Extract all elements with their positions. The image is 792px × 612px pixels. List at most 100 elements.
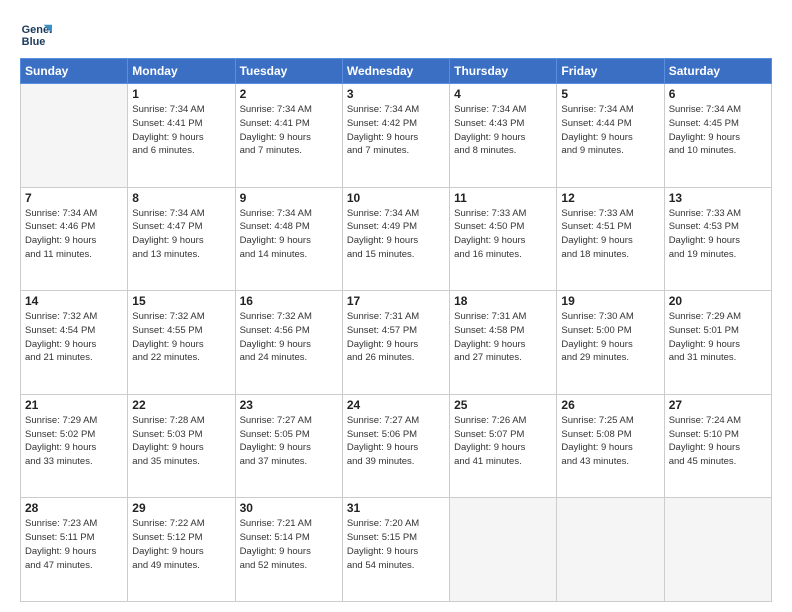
day-number: 13 bbox=[669, 191, 767, 205]
svg-text:Blue: Blue bbox=[22, 36, 46, 48]
calendar-cell: 6 Sunrise: 7:34 AMSunset: 4:45 PMDaylight… bbox=[664, 84, 771, 188]
calendar-week-2: 7 Sunrise: 7:34 AMSunset: 4:46 PMDaylight… bbox=[21, 187, 772, 291]
day-info: Sunrise: 7:33 AMSunset: 4:53 PMDaylight:… bbox=[669, 207, 767, 262]
calendar-cell: 3Sunrise: 7:34 AMSunset: 4:42 PMDaylight… bbox=[342, 84, 449, 188]
logo-icon: General Blue bbox=[20, 18, 52, 50]
day-info: Sunrise: 7:24 AMSunset: 5:10 PMDaylight:… bbox=[669, 414, 767, 469]
day-info: Sunrise: 7:20 AMSunset: 5:15 PMDaylight:… bbox=[347, 517, 445, 572]
header: General Blue bbox=[20, 18, 772, 50]
calendar-cell: 7 Sunrise: 7:34 AMSunset: 4:46 PMDaylight… bbox=[21, 187, 128, 291]
day-info: Sunrise: 7:33 AMSunset: 4:51 PMDaylight:… bbox=[561, 207, 659, 262]
day-info: Sunrise: 7:33 AMSunset: 4:50 PMDaylight:… bbox=[454, 207, 552, 262]
day-info: Sunrise: 7:31 AMSunset: 4:58 PMDaylight:… bbox=[454, 310, 552, 365]
day-info: Sunrise: 7:34 AMSunset: 4:47 PMDaylight:… bbox=[132, 207, 230, 262]
day-number: 27 bbox=[669, 398, 767, 412]
calendar-header-row: SundayMondayTuesdayWednesdayThursdayFrid… bbox=[21, 59, 772, 84]
calendar-cell: 15 Sunrise: 7:32 AMSunset: 4:55 PMDayligh… bbox=[128, 291, 235, 395]
calendar-cell: 28 Sunrise: 7:23 AMSunset: 5:11 PMDayligh… bbox=[21, 498, 128, 602]
calendar-week-4: 21 Sunrise: 7:29 AMSunset: 5:02 PMDayligh… bbox=[21, 394, 772, 498]
day-info: Sunrise: 7:27 AMSunset: 5:06 PMDaylight:… bbox=[347, 414, 445, 469]
calendar-cell: 29 Sunrise: 7:22 AMSunset: 5:12 PMDayligh… bbox=[128, 498, 235, 602]
calendar-cell: 8 Sunrise: 7:34 AMSunset: 4:47 PMDaylight… bbox=[128, 187, 235, 291]
day-number: 10 bbox=[347, 191, 445, 205]
day-number: 15 bbox=[132, 294, 230, 308]
day-info: Sunrise: 7:34 AMSunset: 4:44 PMDaylight:… bbox=[561, 103, 659, 158]
day-number: 19 bbox=[561, 294, 659, 308]
calendar-cell: 21 Sunrise: 7:29 AMSunset: 5:02 PMDayligh… bbox=[21, 394, 128, 498]
day-info: Sunrise: 7:26 AMSunset: 5:07 PMDaylight:… bbox=[454, 414, 552, 469]
day-info: Sunrise: 7:34 AMSunset: 4:45 PMDaylight:… bbox=[669, 103, 767, 158]
logo: General Blue bbox=[20, 18, 56, 50]
day-info: Sunrise: 7:34 AMSunset: 4:49 PMDaylight:… bbox=[347, 207, 445, 262]
calendar-cell: 1 Sunrise: 7:34 AMSunset: 4:41 PMDaylight… bbox=[128, 84, 235, 188]
day-info: Sunrise: 7:32 AMSunset: 4:55 PMDaylight:… bbox=[132, 310, 230, 365]
day-number: 9 bbox=[240, 191, 338, 205]
day-number: 17 bbox=[347, 294, 445, 308]
calendar-cell: 14Sunrise: 7:32 AMSunset: 4:54 PMDayligh… bbox=[21, 291, 128, 395]
calendar-cell bbox=[21, 84, 128, 188]
calendar-cell: 23Sunrise: 7:27 AMSunset: 5:05 PMDayligh… bbox=[235, 394, 342, 498]
day-info: Sunrise: 7:22 AMSunset: 5:12 PMDaylight:… bbox=[132, 517, 230, 572]
calendar-cell bbox=[664, 498, 771, 602]
day-info: Sunrise: 7:29 AMSunset: 5:01 PMDaylight:… bbox=[669, 310, 767, 365]
calendar-cell: 22 Sunrise: 7:28 AMSunset: 5:03 PMDayligh… bbox=[128, 394, 235, 498]
day-number: 5 bbox=[561, 87, 659, 101]
day-info: Sunrise: 7:28 AMSunset: 5:03 PMDaylight:… bbox=[132, 414, 230, 469]
calendar-cell: 30 Sunrise: 7:21 AMSunset: 5:14 PMDayligh… bbox=[235, 498, 342, 602]
day-header-saturday: Saturday bbox=[664, 59, 771, 84]
day-number: 21 bbox=[25, 398, 123, 412]
day-number: 11 bbox=[454, 191, 552, 205]
day-number: 2 bbox=[240, 87, 338, 101]
day-number: 28 bbox=[25, 501, 123, 515]
calendar-cell: 18 Sunrise: 7:31 AMSunset: 4:58 PMDayligh… bbox=[450, 291, 557, 395]
day-number: 8 bbox=[132, 191, 230, 205]
day-header-tuesday: Tuesday bbox=[235, 59, 342, 84]
calendar-cell: 4 Sunrise: 7:34 AMSunset: 4:43 PMDaylight… bbox=[450, 84, 557, 188]
day-info: Sunrise: 7:32 AMSunset: 4:54 PMDaylight:… bbox=[25, 310, 123, 365]
calendar-week-1: 1 Sunrise: 7:34 AMSunset: 4:41 PMDaylight… bbox=[21, 84, 772, 188]
calendar-week-3: 14Sunrise: 7:32 AMSunset: 4:54 PMDayligh… bbox=[21, 291, 772, 395]
calendar-cell: 16Sunrise: 7:32 AMSunset: 4:56 PMDayligh… bbox=[235, 291, 342, 395]
day-number: 16 bbox=[240, 294, 338, 308]
day-info: Sunrise: 7:23 AMSunset: 5:11 PMDaylight:… bbox=[25, 517, 123, 572]
day-number: 6 bbox=[669, 87, 767, 101]
calendar-cell: 5 Sunrise: 7:34 AMSunset: 4:44 PMDaylight… bbox=[557, 84, 664, 188]
calendar-cell: 27 Sunrise: 7:24 AMSunset: 5:10 PMDayligh… bbox=[664, 394, 771, 498]
day-header-friday: Friday bbox=[557, 59, 664, 84]
calendar-table: SundayMondayTuesdayWednesdayThursdayFrid… bbox=[20, 58, 772, 602]
calendar-cell: 24 Sunrise: 7:27 AMSunset: 5:06 PMDayligh… bbox=[342, 394, 449, 498]
day-number: 22 bbox=[132, 398, 230, 412]
calendar-cell: 31 Sunrise: 7:20 AMSunset: 5:15 PMDayligh… bbox=[342, 498, 449, 602]
day-number: 26 bbox=[561, 398, 659, 412]
day-number: 30 bbox=[240, 501, 338, 515]
day-header-wednesday: Wednesday bbox=[342, 59, 449, 84]
day-number: 18 bbox=[454, 294, 552, 308]
page: General Blue SundayMondayTuesdayWednesda… bbox=[0, 0, 792, 612]
day-number: 29 bbox=[132, 501, 230, 515]
day-number: 7 bbox=[25, 191, 123, 205]
day-info: Sunrise: 7:34 AMSunset: 4:41 PMDaylight:… bbox=[132, 103, 230, 158]
day-number: 24 bbox=[347, 398, 445, 412]
day-info: Sunrise: 7:34 AMSunset: 4:46 PMDaylight:… bbox=[25, 207, 123, 262]
calendar-week-5: 28 Sunrise: 7:23 AMSunset: 5:11 PMDayligh… bbox=[21, 498, 772, 602]
calendar-cell: 25Sunrise: 7:26 AMSunset: 5:07 PMDayligh… bbox=[450, 394, 557, 498]
day-info: Sunrise: 7:31 AMSunset: 4:57 PMDaylight:… bbox=[347, 310, 445, 365]
day-number: 31 bbox=[347, 501, 445, 515]
calendar-cell: 2Sunrise: 7:34 AMSunset: 4:41 PMDaylight… bbox=[235, 84, 342, 188]
calendar-cell bbox=[557, 498, 664, 602]
day-header-monday: Monday bbox=[128, 59, 235, 84]
day-info: Sunrise: 7:34 AMSunset: 4:43 PMDaylight:… bbox=[454, 103, 552, 158]
calendar-cell: 11 Sunrise: 7:33 AMSunset: 4:50 PMDayligh… bbox=[450, 187, 557, 291]
calendar-cell: 13 Sunrise: 7:33 AMSunset: 4:53 PMDayligh… bbox=[664, 187, 771, 291]
day-number: 1 bbox=[132, 87, 230, 101]
calendar-cell: 12Sunrise: 7:33 AMSunset: 4:51 PMDayligh… bbox=[557, 187, 664, 291]
day-info: Sunrise: 7:21 AMSunset: 5:14 PMDaylight:… bbox=[240, 517, 338, 572]
day-info: Sunrise: 7:25 AMSunset: 5:08 PMDaylight:… bbox=[561, 414, 659, 469]
day-info: Sunrise: 7:29 AMSunset: 5:02 PMDaylight:… bbox=[25, 414, 123, 469]
day-header-sunday: Sunday bbox=[21, 59, 128, 84]
day-number: 4 bbox=[454, 87, 552, 101]
day-info: Sunrise: 7:34 AMSunset: 4:42 PMDaylight:… bbox=[347, 103, 445, 158]
calendar-cell: 26 Sunrise: 7:25 AMSunset: 5:08 PMDayligh… bbox=[557, 394, 664, 498]
calendar-cell: 17 Sunrise: 7:31 AMSunset: 4:57 PMDayligh… bbox=[342, 291, 449, 395]
calendar-cell: 20Sunrise: 7:29 AMSunset: 5:01 PMDayligh… bbox=[664, 291, 771, 395]
